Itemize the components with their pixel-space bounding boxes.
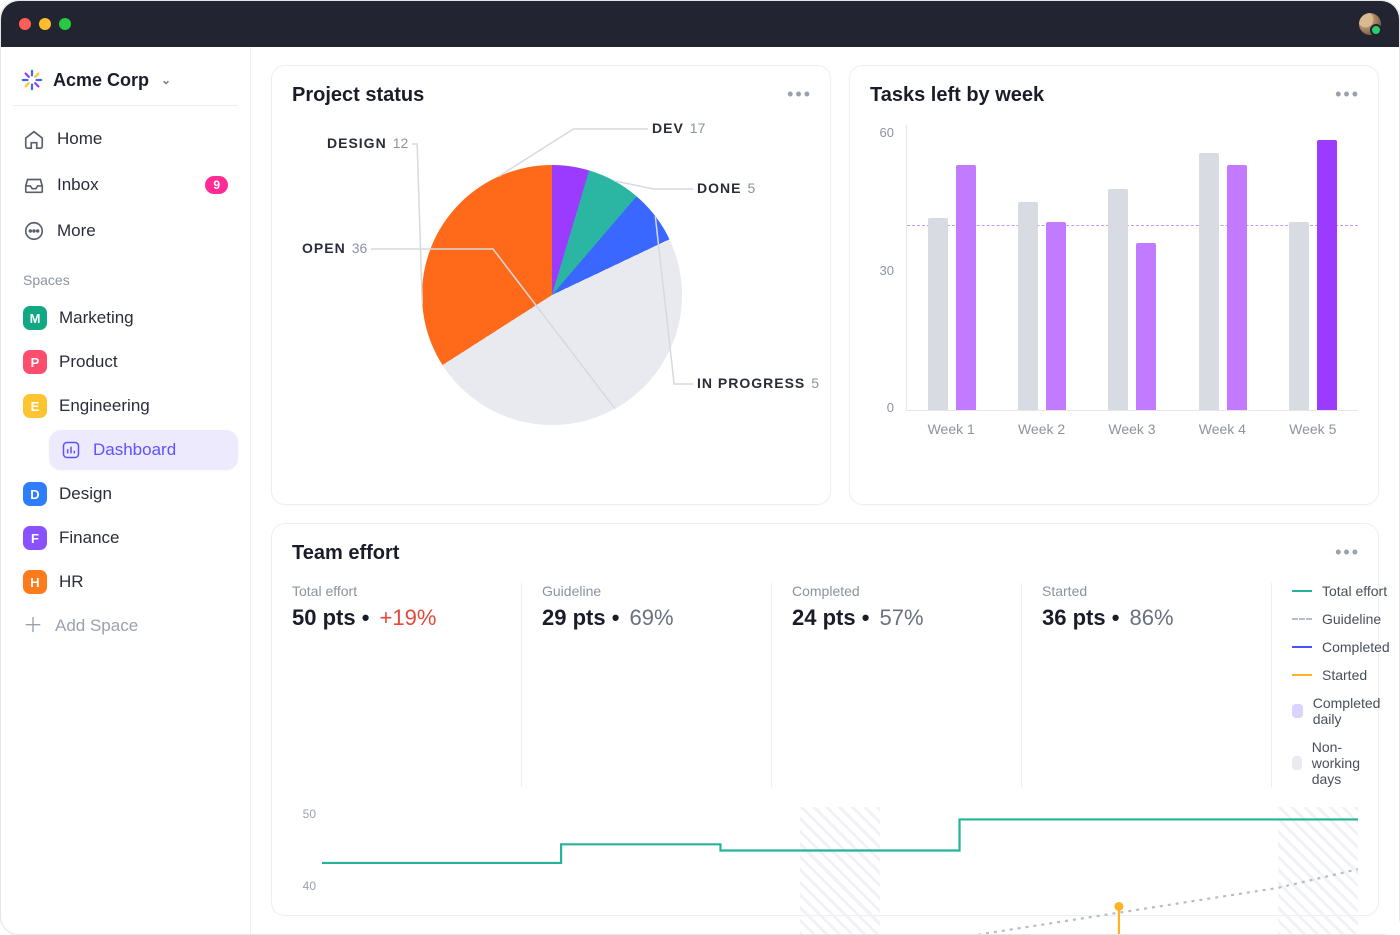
space-icon-f: F (23, 526, 47, 550)
space-label: Marketing (59, 308, 134, 328)
legend-swatch-completed (1292, 646, 1312, 648)
space-label: Engineering (59, 396, 150, 416)
space-label: HR (59, 572, 84, 592)
te-y-axis: 50403020 (292, 807, 316, 934)
workspace-logo-icon (21, 69, 43, 91)
bar-x-axis: Week 1Week 2Week 3Week 4Week 5 (906, 421, 1358, 437)
stat-completed: Completed 24 pts • 57% (792, 583, 1022, 787)
bar-chart: 60300 Week 1Week 2Week 3Week 4Week 5 (900, 125, 1358, 435)
pie-leader-lines (292, 115, 810, 475)
stat-started: Started 36 pts • 86% (1042, 583, 1272, 787)
space-label: Design (59, 484, 112, 504)
bar-group (1188, 153, 1258, 410)
card-team-effort: Team effort ••• Total effort 50 pts • +1… (271, 523, 1379, 916)
space-label: Product (59, 352, 118, 372)
legend-swatch-total (1292, 590, 1312, 592)
space-hr[interactable]: H HR (13, 562, 238, 602)
stat-total-effort: Total effort 50 pts • +19% (292, 583, 522, 787)
legend-swatch-nonworking (1292, 756, 1302, 770)
bar-group (1278, 140, 1348, 410)
legend-swatch-started (1292, 674, 1312, 676)
bar-group (917, 165, 987, 410)
bar (1227, 165, 1247, 410)
home-icon (23, 128, 45, 150)
minimize-window-button[interactable] (39, 18, 51, 30)
nav-home-label: Home (57, 129, 102, 149)
avatar[interactable] (1359, 13, 1381, 35)
space-label: Finance (59, 528, 119, 548)
bar-plot (906, 125, 1358, 411)
space-engineering-dashboard[interactable]: Dashboard (49, 430, 238, 470)
bar (1046, 222, 1066, 410)
card-more-button[interactable]: ••• (1335, 542, 1360, 563)
card-project-status: Project status ••• DEV17 DONE5 IN PROGRESS… (271, 65, 831, 505)
card-title: Project status (292, 84, 810, 107)
space-product[interactable]: P Product (13, 342, 238, 382)
nav-inbox[interactable]: Inbox 9 (13, 164, 238, 206)
bar (956, 165, 976, 410)
titlebar (1, 1, 1399, 47)
card-title: Tasks left by week (870, 84, 1358, 107)
te-plot (322, 807, 1358, 934)
add-space-button[interactable]: ＋ Add Space (13, 606, 238, 646)
space-icon-m: M (23, 306, 47, 330)
plus-icon: ＋ (23, 616, 43, 636)
team-effort-chart: 50403020 (322, 807, 1358, 934)
card-more-button[interactable]: ••• (787, 84, 812, 105)
pie-slice-label: OPEN36 (302, 240, 367, 256)
nav-inbox-label: Inbox (57, 175, 99, 195)
card-title: Team effort (292, 542, 1358, 565)
window-controls (19, 18, 71, 30)
workspace-name: Acme Corp (53, 70, 149, 91)
legend-swatch-completed-daily (1292, 704, 1303, 718)
inbox-badge: 9 (205, 176, 228, 194)
bar (1289, 222, 1309, 410)
team-effort-stats: Total effort 50 pts • +19% Guideline 29 … (292, 583, 1358, 787)
pie-slice-label: DESIGN12 (327, 135, 408, 151)
main: Project status ••• DEV17 DONE5 IN PROGRESS… (251, 47, 1399, 934)
maximize-window-button[interactable] (59, 18, 71, 30)
spaces-section-label: Spaces (13, 256, 238, 294)
nav-more[interactable]: More (13, 210, 238, 252)
bar (1108, 189, 1128, 410)
bar (1199, 153, 1219, 410)
inbox-icon (23, 174, 45, 196)
more-icon (23, 220, 45, 242)
bar (1018, 202, 1038, 410)
bar (928, 218, 948, 410)
bar-group (1007, 202, 1077, 410)
nav-home[interactable]: Home (13, 118, 238, 160)
pie-slice-label: DEV17 (652, 120, 705, 136)
add-space-label: Add Space (55, 616, 138, 636)
space-icon-e: E (23, 394, 47, 418)
pie-slice-label: IN PROGRESS5 (697, 375, 819, 391)
card-more-button[interactable]: ••• (1335, 84, 1360, 105)
pie-chart: DEV17DONE5IN PROGRESS5OPEN36DESIGN12 (292, 115, 810, 475)
card-tasks-by-week: Tasks left by week ••• 60300 Week 1Week … (849, 65, 1379, 505)
space-finance[interactable]: F Finance (13, 518, 238, 558)
close-window-button[interactable] (19, 18, 31, 30)
stat-guideline: Guideline 29 pts • 69% (542, 583, 772, 787)
space-icon-d: D (23, 482, 47, 506)
workspace-switcher[interactable]: Acme Corp ⌄ (13, 61, 238, 106)
chevron-down-icon: ⌄ (161, 73, 171, 87)
bar (1317, 140, 1337, 410)
bar (1136, 243, 1156, 411)
bar-y-axis: 60300 (870, 125, 894, 415)
team-effort-legend: Total effort Guideline Completed Started… (1292, 583, 1390, 787)
nav-more-label: More (57, 221, 96, 241)
pie-slice-label: DONE5 (697, 180, 755, 196)
dashboard-label: Dashboard (93, 440, 176, 460)
space-icon-p: P (23, 350, 47, 374)
sidebar: Acme Corp ⌄ Home Inbox 9 More Spaces M M… (1, 47, 251, 934)
space-icon-h: H (23, 570, 47, 594)
space-design[interactable]: D Design (13, 474, 238, 514)
bar-group (1097, 189, 1167, 410)
legend-swatch-guideline (1292, 618, 1312, 620)
space-marketing[interactable]: M Marketing (13, 298, 238, 338)
bar-groups (907, 125, 1358, 410)
dashboard-icon (61, 440, 81, 460)
space-engineering[interactable]: E Engineering (13, 386, 238, 426)
